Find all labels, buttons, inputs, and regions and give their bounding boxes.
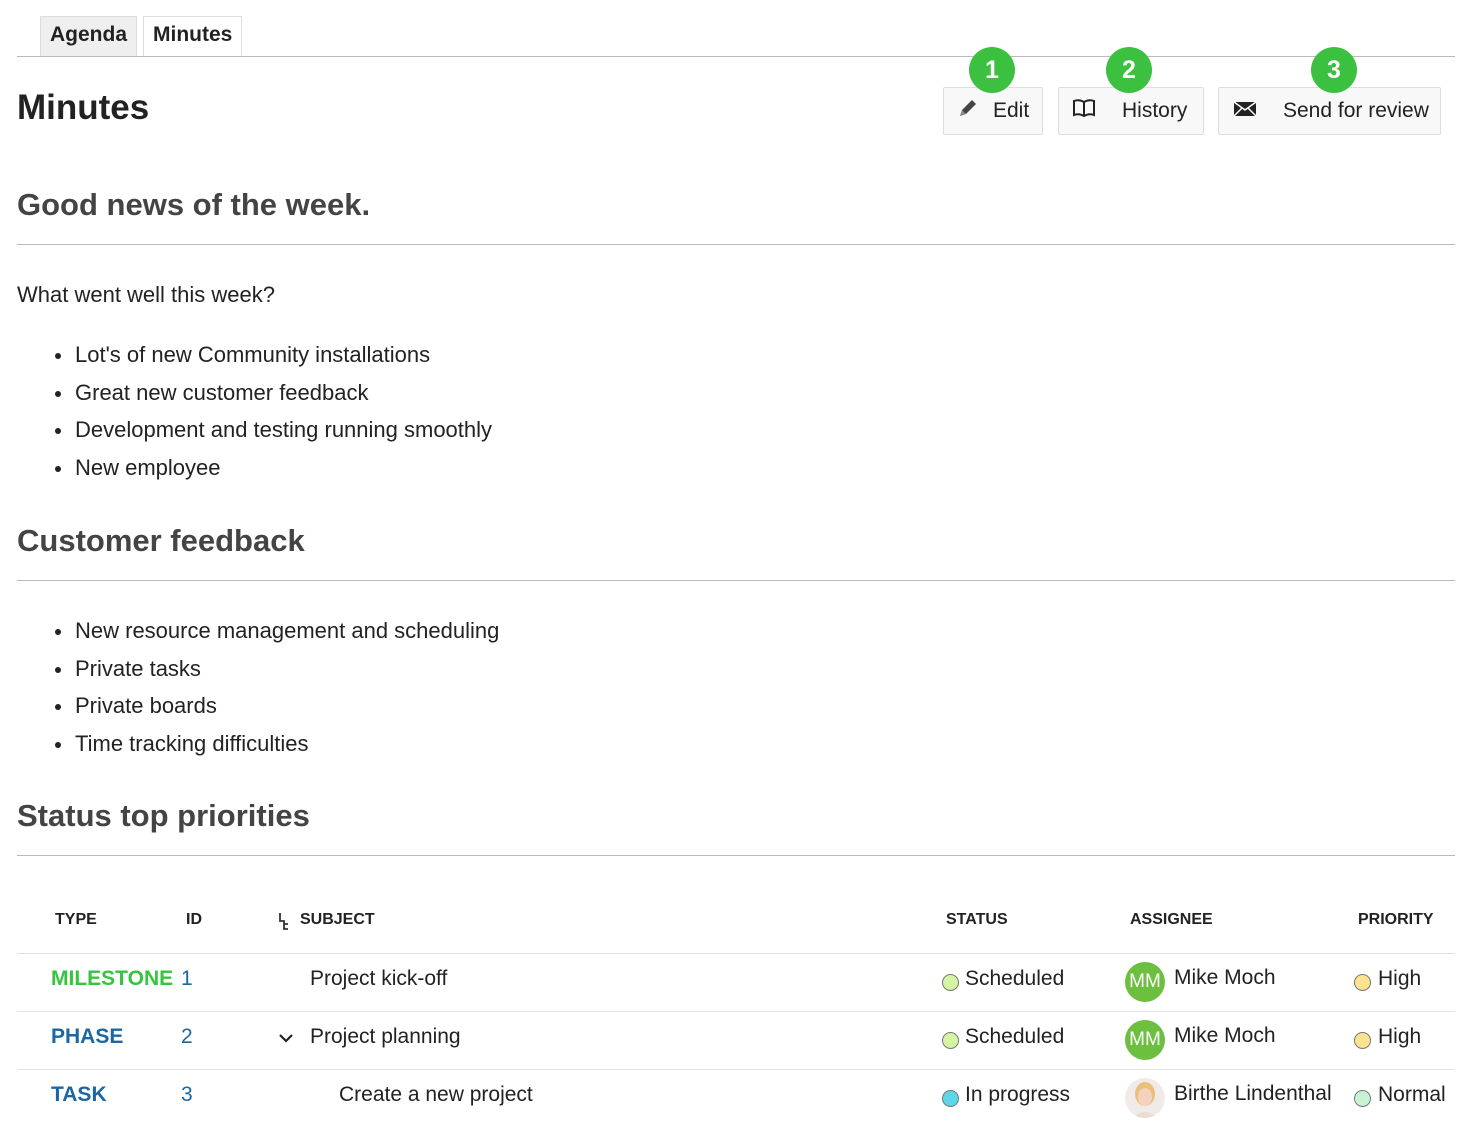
subject-cell[interactable]: Project kick-off: [310, 967, 447, 991]
hierarchy-icon[interactable]: [277, 912, 291, 937]
good-news-list: Lot's of new Community installations Gre…: [54, 342, 492, 493]
customer-feedback-list: New resource management and scheduling P…: [54, 618, 499, 769]
status-dot-icon: [942, 1032, 959, 1049]
list-item: Development and testing running smoothly: [54, 417, 492, 455]
assignee-cell[interactable]: Mike Moch: [1174, 1024, 1276, 1048]
column-header-id[interactable]: ID: [186, 911, 202, 929]
priority-cell[interactable]: High: [1378, 967, 1421, 991]
type-cell: TASK: [51, 1083, 107, 1106]
send-for-review-button[interactable]: Send for review: [1218, 87, 1441, 135]
tab-minutes[interactable]: Minutes: [143, 16, 243, 57]
list-item: New resource management and scheduling: [54, 618, 499, 656]
priority-dot-icon: [1354, 974, 1371, 991]
type-cell: PHASE: [51, 1025, 124, 1048]
step-badge-2: 2: [1106, 47, 1152, 93]
priority-cell[interactable]: High: [1378, 1025, 1421, 1049]
status-cell[interactable]: Scheduled: [965, 967, 1064, 991]
section-title: Status top priorities: [17, 798, 310, 833]
list-item: Great new customer feedback: [54, 380, 492, 418]
envelope-icon: [1233, 99, 1257, 123]
list-item: Time tracking difficulties: [54, 731, 499, 769]
section-divider: [17, 855, 1455, 856]
column-header-status[interactable]: STATUS: [946, 911, 1008, 929]
status-dot-icon: [942, 1090, 959, 1107]
history-label: History: [1122, 99, 1188, 122]
section-divider: [17, 580, 1455, 581]
edit-button[interactable]: Edit: [943, 87, 1043, 135]
avatar: MM: [1125, 962, 1165, 1002]
section-title: Good news of the week.: [17, 187, 371, 222]
history-button[interactable]: History: [1058, 87, 1204, 135]
list-item: Private tasks: [54, 656, 499, 694]
avatar: MM: [1125, 1020, 1165, 1060]
list-item: Private boards: [54, 693, 499, 731]
status-dot-icon: [942, 974, 959, 991]
priority-dot-icon: [1354, 1090, 1371, 1107]
column-header-subject[interactable]: SUBJECT: [300, 911, 375, 929]
row-divider: [17, 953, 1455, 954]
priority-dot-icon: [1354, 1032, 1371, 1049]
type-cell: MILESTONE: [51, 967, 174, 990]
list-item: Lot's of new Community installations: [54, 342, 492, 380]
edit-label: Edit: [993, 99, 1030, 122]
row-divider: [17, 1069, 1455, 1070]
row-divider: [17, 1011, 1455, 1012]
column-header-priority[interactable]: PRIORITY: [1358, 911, 1434, 929]
id-link[interactable]: 3: [181, 1083, 193, 1107]
pencil-icon: [957, 97, 981, 125]
send-for-review-label: Send for review: [1283, 99, 1429, 122]
book-icon: [1072, 98, 1096, 124]
page-title: Minutes: [17, 88, 150, 127]
section-paragraph: What went well this week?: [17, 282, 275, 307]
status-cell[interactable]: In progress: [965, 1083, 1070, 1107]
list-item: New employee: [54, 455, 492, 493]
assignee-cell[interactable]: Birthe Lindenthal: [1174, 1082, 1332, 1106]
tabs-divider: [17, 56, 1455, 57]
column-header-type[interactable]: TYPE: [55, 911, 97, 929]
subject-cell[interactable]: Project planning: [310, 1025, 461, 1049]
section-title: Customer feedback: [17, 523, 305, 558]
section-divider: [17, 244, 1455, 245]
priority-cell[interactable]: Normal: [1378, 1083, 1446, 1107]
id-link[interactable]: 1: [181, 967, 193, 991]
status-cell[interactable]: Scheduled: [965, 1025, 1064, 1049]
chevron-down-icon[interactable]: [278, 1031, 294, 1049]
avatar: [1125, 1078, 1165, 1118]
step-badge-1: 1: [969, 47, 1015, 93]
column-header-assignee[interactable]: ASSIGNEE: [1130, 911, 1213, 929]
assignee-cell[interactable]: Mike Moch: [1174, 966, 1276, 990]
subject-cell[interactable]: Create a new project: [339, 1083, 533, 1107]
tab-agenda[interactable]: Agenda: [40, 16, 138, 57]
step-badge-3: 3: [1311, 47, 1357, 93]
id-link[interactable]: 2: [181, 1025, 193, 1049]
